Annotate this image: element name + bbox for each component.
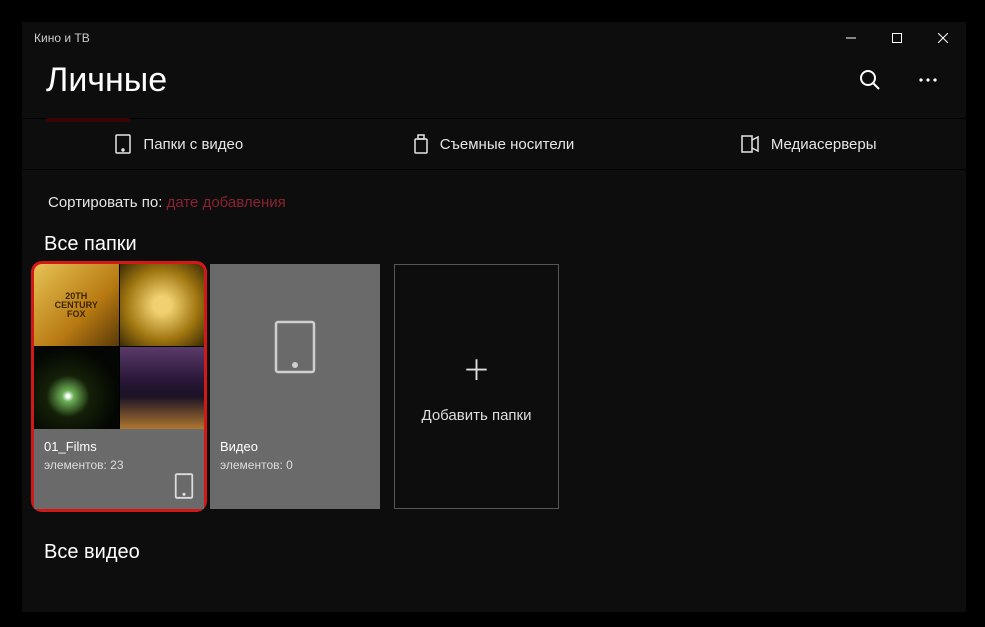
thumbnail bbox=[120, 347, 205, 429]
header-actions bbox=[850, 60, 948, 100]
maximize-icon bbox=[892, 33, 902, 43]
folder-tile-video[interactable]: Видео элементов: 0 bbox=[210, 264, 380, 509]
tile-info: Видео элементов: 0 bbox=[210, 429, 380, 509]
plus-icon: ＋ bbox=[462, 349, 490, 389]
page-header: Личные bbox=[22, 54, 966, 106]
device-phone-icon bbox=[274, 320, 316, 374]
sort-label: Сортировать по: bbox=[48, 194, 162, 211]
minimize-icon bbox=[846, 33, 856, 43]
tile-preview: 20THCENTURYFOX bbox=[34, 264, 204, 429]
tile-preview-empty bbox=[210, 264, 380, 429]
device-phone-icon bbox=[174, 473, 194, 499]
add-folder-label: Добавить папки bbox=[422, 407, 532, 424]
sort-dropdown[interactable]: дате добавления bbox=[167, 194, 286, 211]
close-button[interactable] bbox=[920, 22, 966, 54]
title-underline bbox=[46, 118, 130, 122]
sort-row: Сортировать по: дате добавления bbox=[22, 170, 966, 223]
more-icon bbox=[918, 77, 938, 83]
titlebar: Кино и ТВ bbox=[22, 22, 966, 54]
maximize-button[interactable] bbox=[874, 22, 920, 54]
tab-label: Медиасерверы bbox=[771, 136, 877, 153]
window-controls bbox=[828, 22, 966, 54]
tab-removable-media[interactable]: Съемные носители bbox=[337, 119, 652, 169]
close-icon bbox=[938, 33, 948, 43]
folder-grid: 20THCENTURYFOX 01_Films элементов: 23 bbox=[22, 264, 966, 509]
thumbnail bbox=[34, 347, 119, 429]
folder-name: Видео bbox=[220, 439, 370, 454]
folder-name: 01_Films bbox=[44, 439, 194, 454]
minimize-button[interactable] bbox=[828, 22, 874, 54]
section-all-videos: Все видео bbox=[22, 531, 966, 572]
tab-video-folders[interactable]: Папки с видео bbox=[22, 119, 337, 169]
folder-tile-01-films[interactable]: 20THCENTURYFOX 01_Films элементов: 23 bbox=[34, 264, 204, 509]
page-title: Личные bbox=[46, 61, 167, 100]
thumbnail bbox=[120, 264, 205, 346]
usb-drive-icon bbox=[414, 134, 428, 154]
window-title: Кино и ТВ bbox=[34, 31, 90, 45]
tab-media-servers[interactable]: Медиасерверы bbox=[651, 119, 966, 169]
thumbnail: 20THCENTURYFOX bbox=[34, 264, 119, 346]
tab-label: Съемные носители bbox=[440, 136, 575, 153]
section-all-folders: Все папки bbox=[22, 223, 966, 264]
search-icon bbox=[859, 69, 881, 91]
device-phone-icon bbox=[115, 134, 131, 154]
more-button[interactable] bbox=[908, 60, 948, 100]
tab-label: Папки с видео bbox=[143, 136, 243, 153]
add-folder-tile[interactable]: ＋ Добавить папки bbox=[394, 264, 559, 509]
tabs: Папки с видео Съемные носители Медиасерв… bbox=[22, 118, 966, 170]
tile-info: 01_Films элементов: 23 bbox=[34, 429, 204, 509]
server-icon bbox=[741, 134, 759, 154]
search-button[interactable] bbox=[850, 60, 890, 100]
folder-count: элементов: 0 bbox=[220, 458, 370, 472]
folder-count: элементов: 23 bbox=[44, 458, 194, 472]
